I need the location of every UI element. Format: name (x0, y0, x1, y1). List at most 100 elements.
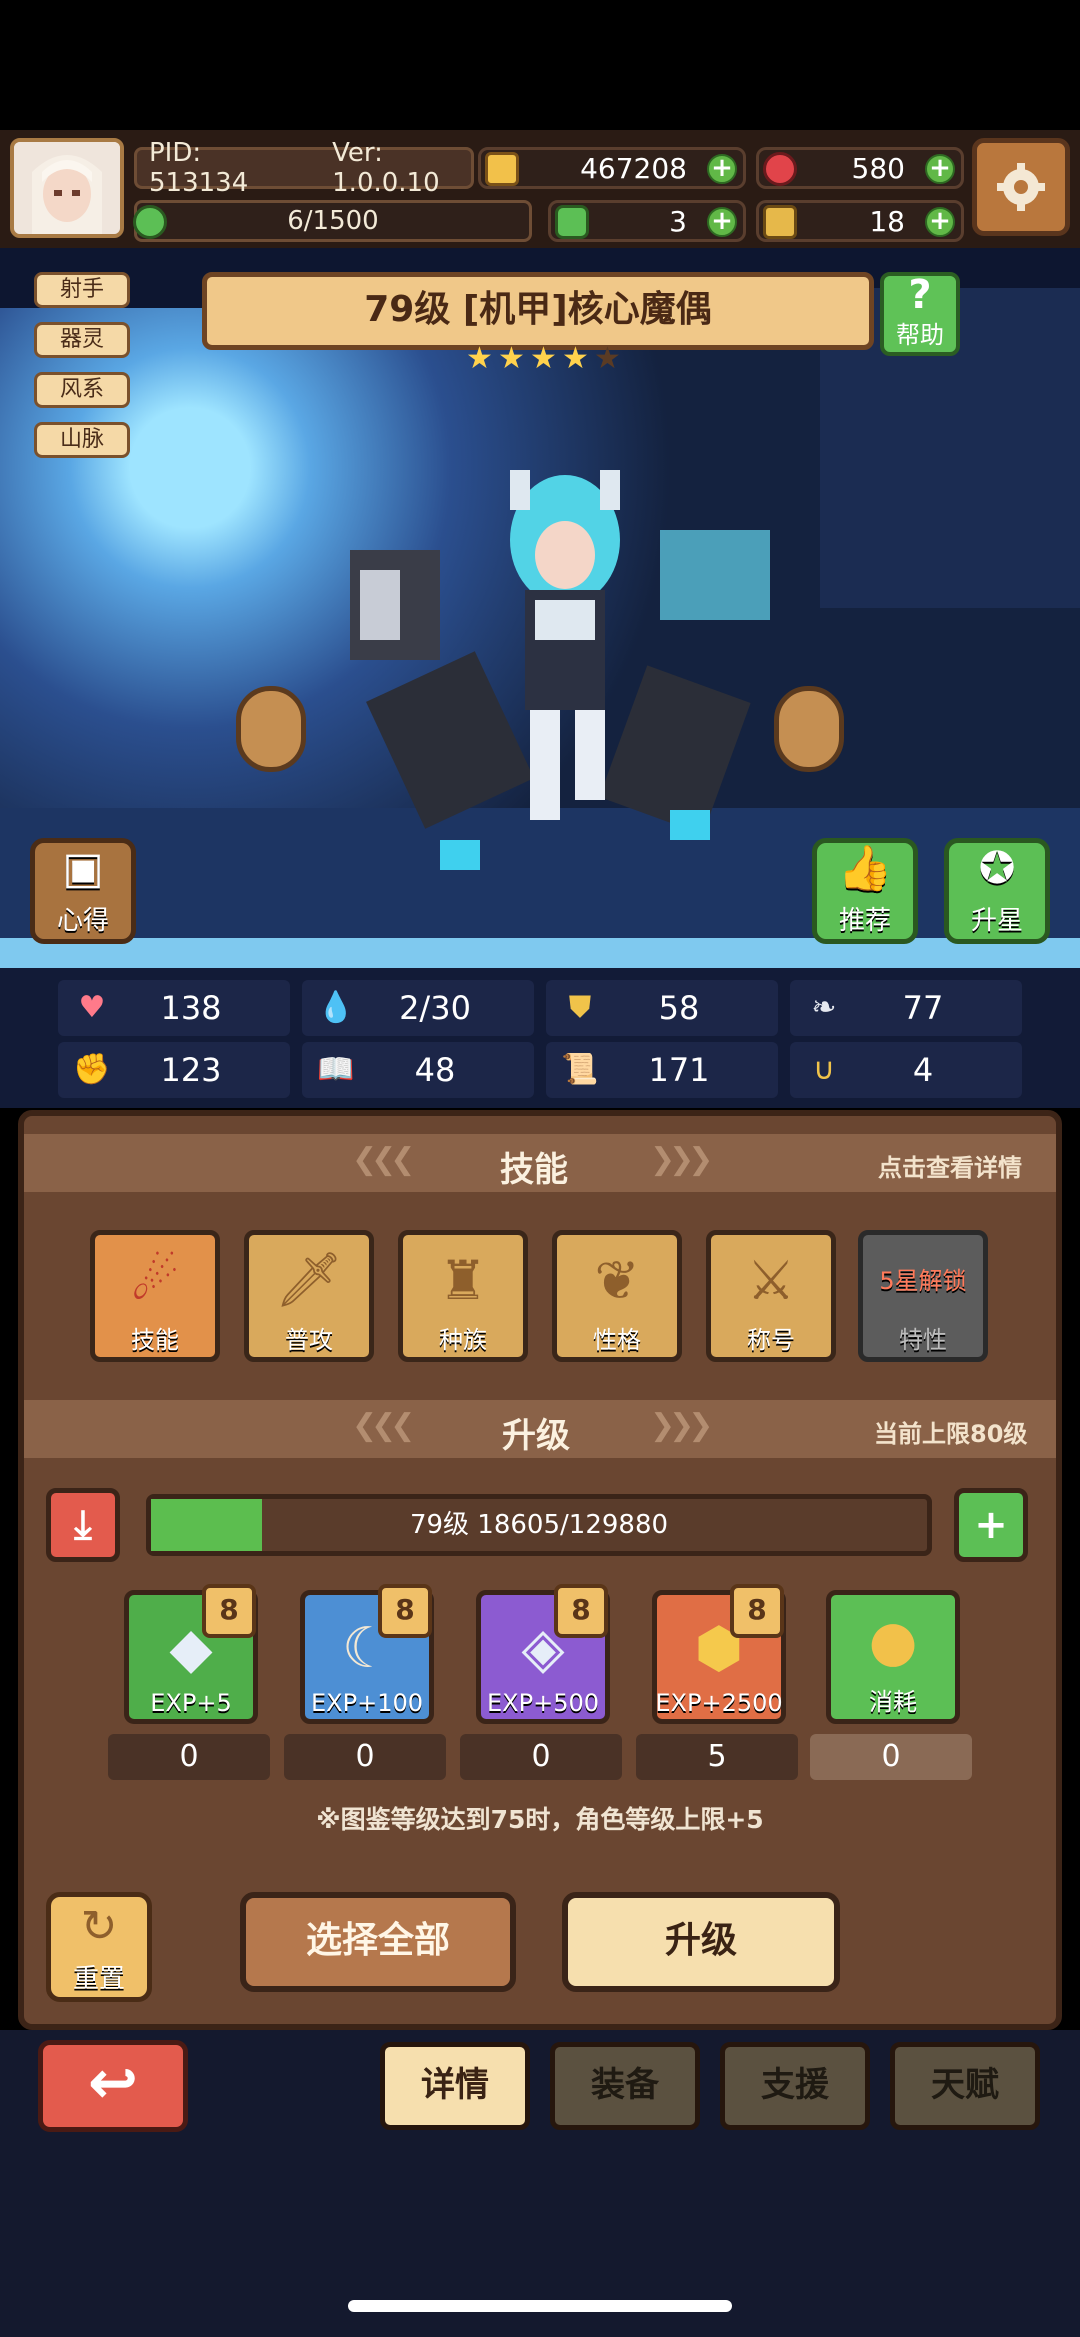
add-gold-button[interactable]: + (707, 154, 737, 184)
recommend-button[interactable]: 👍 推荐 (812, 838, 918, 944)
tab-support[interactable]: 支援 (720, 2042, 870, 2130)
exp-item-count: 0 (108, 1734, 270, 1780)
tab-equipment[interactable]: 装备 (550, 2042, 700, 2130)
skill-label: 种族 (439, 1326, 487, 1354)
star-up-button[interactable]: ✪ 升星 (944, 838, 1050, 944)
notes-label: 心得 (56, 906, 109, 936)
notes-button[interactable]: ▣ 心得 (30, 838, 136, 944)
add-clover-button[interactable]: + (707, 207, 737, 237)
stat-attack: ✊ 123 (58, 1042, 290, 1098)
decrease-exp-button[interactable]: ⤓ (46, 1488, 120, 1562)
title-button[interactable]: ⚔ 称号 (706, 1230, 836, 1362)
exp-item-count: 0 (460, 1734, 622, 1780)
personality-button[interactable]: ❦ 性格 (552, 1230, 682, 1362)
tab-talent[interactable]: 天赋 (890, 2042, 1040, 2130)
stat-value: 4 (912, 1051, 934, 1089)
star-filled-icon: ★ (498, 341, 525, 376)
ticket-icon (763, 205, 797, 239)
clover-display: 3 + (548, 200, 746, 242)
left-emblem-icon[interactable] (236, 686, 306, 772)
gem-display: 580 + (756, 147, 964, 189)
thumbs-up-icon: 👍 (837, 843, 893, 894)
stat-value: 2/30 (399, 989, 471, 1027)
player-avatar[interactable] (10, 138, 124, 238)
crossed-swords-icon: ⚔ (746, 1249, 796, 1312)
settings-button[interactable] (972, 138, 1070, 236)
tab-details[interactable]: 详情 (380, 2042, 530, 2130)
tag-class[interactable]: 射手 (34, 272, 130, 308)
chevron-left-icon: ❮❮❮ (352, 1408, 415, 1443)
stat-mana: 💧 2/30 (302, 980, 534, 1036)
chevron-right-icon: ❯❯❯ (650, 1142, 713, 1177)
gold-coin-icon (485, 152, 519, 186)
skill-label: 技能 (131, 1326, 179, 1354)
gold-display: 467208 + (478, 147, 746, 189)
exp-item-label: 消耗 (869, 1688, 917, 1716)
chevron-left-icon: ❮❮❮ (352, 1142, 415, 1177)
chevron-right-icon: ❯❯❯ (650, 1408, 713, 1443)
home-indicator[interactable] (348, 2300, 732, 2312)
help-button[interactable]: ? 帮助 (880, 272, 960, 356)
gem-amount: 580 (851, 151, 905, 185)
skill-label: 特性 (899, 1326, 947, 1354)
skills-title: 技能 (500, 1150, 568, 1190)
fist-icon: ✊ (73, 1052, 111, 1087)
avatar-portrait-icon (14, 142, 120, 234)
question-icon: ? (908, 272, 932, 318)
notebook-icon: ▣ (62, 843, 104, 894)
stat-hp: ♥ 138 (58, 980, 290, 1036)
clover-icon (555, 205, 589, 239)
stat-value: 58 (658, 989, 700, 1027)
plus-icon: + (974, 1502, 1008, 1548)
sword-icon: 🗡 (274, 1248, 344, 1311)
pid-text: PID: 513134 (149, 138, 249, 198)
add-ticket-button[interactable]: + (925, 207, 955, 237)
gear-icon (997, 163, 1045, 211)
shield-icon: ⛊ (568, 990, 592, 1025)
upgrade-hint: 当前上限80级 (874, 1420, 1028, 1448)
item-badge-icon: 8 (554, 1584, 608, 1638)
exp-item-label: EXP+2500 (655, 1689, 783, 1717)
item-badge-icon: 8 (730, 1584, 784, 1638)
stat-magic: 📖 48 (302, 1042, 534, 1098)
increase-exp-button[interactable]: + (954, 1488, 1028, 1562)
skill-label: 普攻 (285, 1326, 333, 1354)
trait-button[interactable]: 5星解锁 特性 (858, 1230, 988, 1362)
item-badge-icon: 8 (378, 1584, 432, 1638)
skill-button[interactable]: ☄ 技能 (90, 1230, 220, 1362)
help-label: 帮助 (896, 321, 944, 349)
book-icon: 📖 (317, 1052, 355, 1087)
stat-value: 48 (414, 1051, 456, 1089)
tag-element[interactable]: 风系 (34, 372, 130, 408)
select-all-button[interactable]: 选择全部 (240, 1892, 516, 1992)
back-button[interactable]: ↩ (38, 2040, 188, 2132)
exp-item-label: EXP+500 (487, 1689, 599, 1717)
stat-speed: ❧ 77 (790, 980, 1022, 1036)
heart-icon: ♥ (78, 990, 106, 1025)
consume-item[interactable]: ● 消耗 (826, 1590, 960, 1724)
stat-value: 171 (648, 1051, 710, 1089)
normal-attack-button[interactable]: 🗡 普攻 (244, 1230, 374, 1362)
exp-progress-bar: 79级 18605/129880 (146, 1494, 932, 1556)
exp-item-label: EXP+5 (150, 1689, 232, 1717)
star-filled-icon: ★ (562, 341, 589, 376)
download-arrow-icon: ⤓ (74, 1502, 92, 1548)
ticket-amount: 18 (869, 204, 905, 238)
upgrade-button[interactable]: 升级 (562, 1892, 840, 1992)
star-filled-icon: ★ (530, 341, 557, 376)
stat-value: 123 (160, 1051, 222, 1089)
gold-amount: 467208 (580, 151, 687, 185)
skills-hint: 点击查看详情 (878, 1154, 1022, 1182)
pid-version-panel: PID: 513134 Ver: 1.0.0.10 (134, 138, 474, 198)
skill-label: 称号 (747, 1326, 795, 1354)
add-gem-button[interactable]: + (925, 154, 955, 184)
exp-item-count: 0 (284, 1734, 446, 1780)
stamina-clover-icon (133, 205, 167, 239)
upgrade-title: 升级 (502, 1416, 570, 1456)
tag-terrain[interactable]: 山脉 (34, 422, 130, 458)
reset-button[interactable]: ↻ 重置 (46, 1892, 152, 2002)
refresh-icon: ↻ (80, 1901, 118, 1952)
race-button[interactable]: ♜ 种族 (398, 1230, 528, 1362)
reset-label: 重置 (72, 1964, 125, 1994)
tag-type[interactable]: 器灵 (34, 322, 130, 358)
